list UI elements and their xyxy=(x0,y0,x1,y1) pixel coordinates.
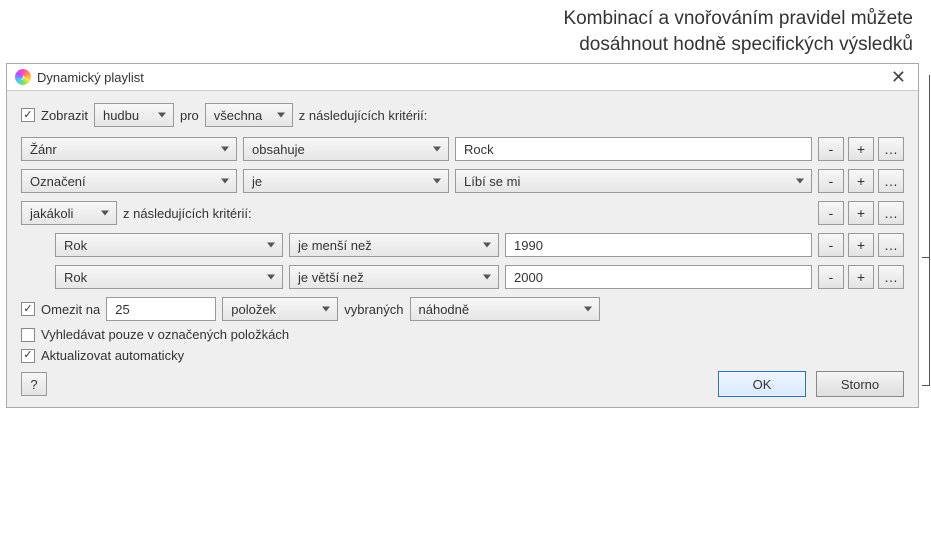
for-label: pro xyxy=(180,108,199,123)
subgroup-match-select[interactable]: jakákoli xyxy=(21,201,117,225)
limit-method-select[interactable]: náhodně xyxy=(410,297,600,321)
field-select[interactable]: Označení xyxy=(21,169,237,193)
subgroup-header: jakákoli z následujících kritérií: - + … xyxy=(21,201,904,225)
titlebar: Dynamický playlist ✕ xyxy=(7,64,918,91)
add-rule-button[interactable]: + xyxy=(848,137,874,161)
rule-row: Rok je menší než 1990 - + … xyxy=(55,233,904,257)
limit-count-input[interactable]: 25 xyxy=(106,297,216,321)
search-checked-only-label: Vyhledávat pouze v označených položkách xyxy=(41,327,289,342)
operator-select[interactable]: je menší než xyxy=(289,233,499,257)
limit-unit-select[interactable]: položek xyxy=(222,297,338,321)
subgroup-suffix: z následujících kritérií: xyxy=(123,206,252,221)
value-input[interactable]: Rock xyxy=(455,137,812,161)
rule-options-button[interactable]: … xyxy=(878,169,904,193)
search-checked-row: Vyhledávat pouze v označených položkách xyxy=(21,327,904,342)
rule-row: Žánr obsahuje Rock - + … xyxy=(21,137,904,161)
remove-rule-button[interactable]: - xyxy=(818,265,844,289)
value-input[interactable]: 2000 xyxy=(505,265,812,289)
callout-arm-1 xyxy=(922,257,930,258)
rule-options-button[interactable]: … xyxy=(878,265,904,289)
help-button[interactable]: ? xyxy=(21,372,47,396)
callout-arm-2 xyxy=(922,385,930,386)
live-update-row: Aktualizovat automaticky xyxy=(21,348,904,363)
cancel-button[interactable]: Storno xyxy=(816,371,904,397)
criteria-suffix: z následujících kritérií: xyxy=(299,108,428,123)
remove-rule-button[interactable]: - xyxy=(818,201,844,225)
field-select[interactable]: Žánr xyxy=(21,137,237,161)
media-type-select[interactable]: hudbu xyxy=(94,103,174,127)
smart-playlist-window: Dynamický playlist ✕ Zobrazit hudbu pro … xyxy=(6,63,919,408)
ok-button[interactable]: OK xyxy=(718,371,806,397)
annotation-text: Kombinací a vnořováním pravidel můžete d… xyxy=(0,0,931,59)
match-header-row: Zobrazit hudbu pro všechna z následující… xyxy=(21,103,904,127)
live-update-checkbox[interactable] xyxy=(21,349,35,363)
remove-rule-button[interactable]: - xyxy=(818,137,844,161)
rule-row: Označení je Líbí se mi - + … xyxy=(21,169,904,193)
limit-selected-label: vybraných xyxy=(344,302,403,317)
nested-rules: Rok je menší než 1990 - + … Rok je větší… xyxy=(55,233,904,289)
add-rule-button[interactable]: + xyxy=(848,201,874,225)
rule-options-button[interactable]: … xyxy=(878,201,904,225)
close-icon[interactable]: ✕ xyxy=(887,68,910,86)
remove-rule-button[interactable]: - xyxy=(818,169,844,193)
match-mode-select[interactable]: všechna xyxy=(205,103,293,127)
operator-select[interactable]: je větší než xyxy=(289,265,499,289)
remove-rule-button[interactable]: - xyxy=(818,233,844,257)
callout-line xyxy=(922,75,930,385)
field-select[interactable]: Rok xyxy=(55,265,283,289)
field-select[interactable]: Rok xyxy=(55,233,283,257)
limit-row: Omezit na 25 položek vybraných náhodně xyxy=(21,297,904,321)
limit-checkbox[interactable] xyxy=(21,302,35,316)
value-input[interactable]: 1990 xyxy=(505,233,812,257)
value-select[interactable]: Líbí se mi xyxy=(455,169,812,193)
search-checked-only-checkbox[interactable] xyxy=(21,328,35,342)
operator-select[interactable]: je xyxy=(243,169,449,193)
rule-options-button[interactable]: … xyxy=(878,233,904,257)
add-rule-button[interactable]: + xyxy=(848,169,874,193)
window-title: Dynamický playlist xyxy=(37,70,144,85)
add-rule-button[interactable]: + xyxy=(848,265,874,289)
limit-label: Omezit na xyxy=(41,302,100,317)
rule-options-button[interactable]: … xyxy=(878,137,904,161)
add-rule-button[interactable]: + xyxy=(848,233,874,257)
operator-select[interactable]: obsahuje xyxy=(243,137,449,161)
enable-rules-checkbox[interactable] xyxy=(21,108,35,122)
rule-row: Rok je větší než 2000 - + … xyxy=(55,265,904,289)
live-update-label: Aktualizovat automaticky xyxy=(41,348,184,363)
show-label: Zobrazit xyxy=(41,108,88,123)
itunes-icon xyxy=(15,69,31,85)
